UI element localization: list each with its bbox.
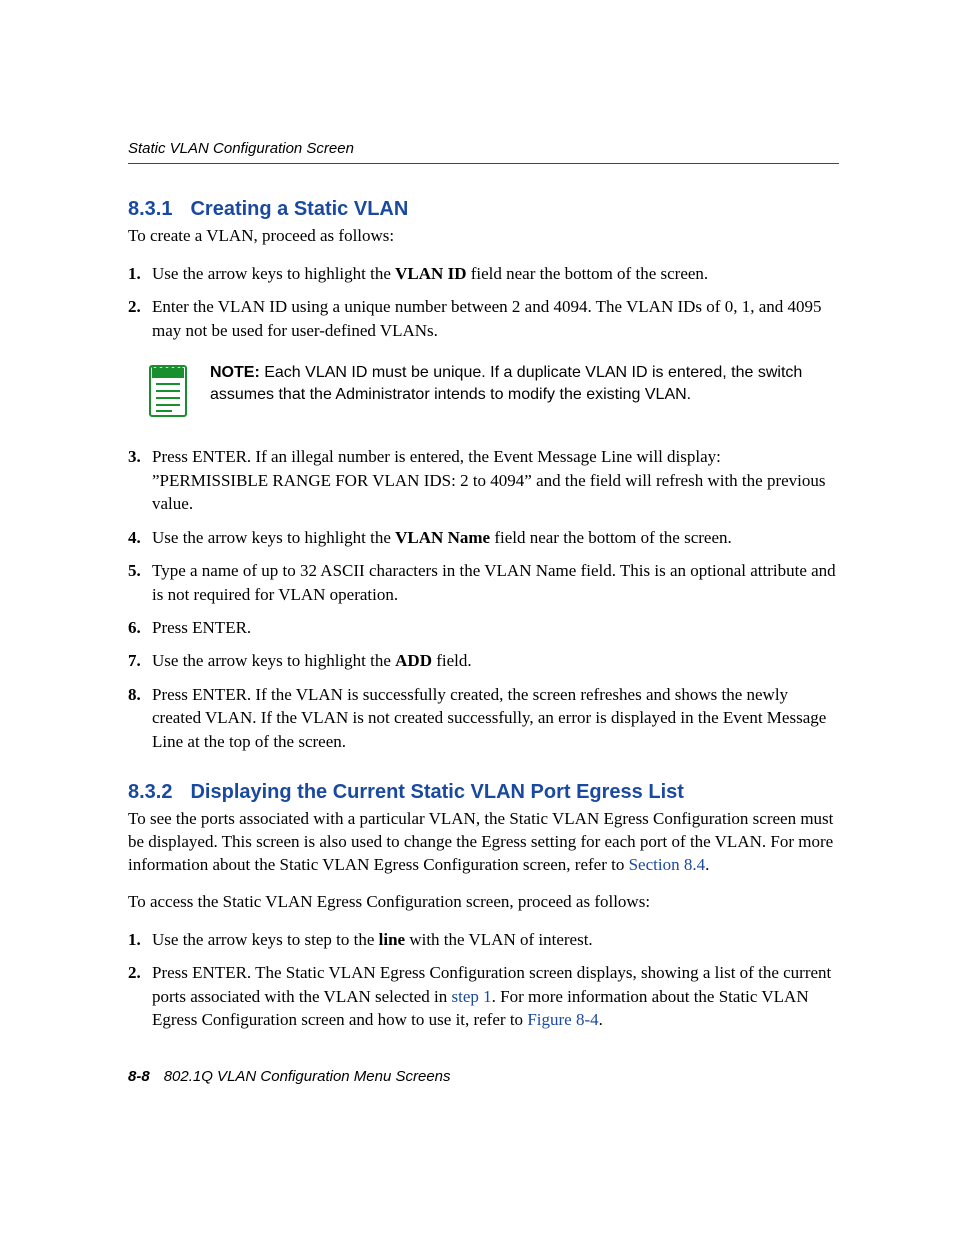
section-number: 8.3.2	[128, 781, 172, 804]
bold-term: line	[379, 930, 405, 949]
bold-term: VLAN Name	[395, 528, 490, 547]
footer-chapter: 802.1Q VLAN Configuration Menu Screens	[164, 1068, 451, 1085]
note-body: Each VLAN ID must be unique. If a duplic…	[210, 364, 802, 403]
step-item: Use the arrow keys to step to the line w…	[128, 928, 839, 951]
bold-term: ADD	[395, 651, 432, 670]
document-page: Static VLAN Configuration Screen 8.3.1 Cr…	[0, 0, 954, 1235]
step-text: Use the arrow keys to step to the	[152, 930, 379, 949]
step-item: Press ENTER. The Static VLAN Egress Conf…	[128, 961, 839, 1031]
step-list-1-cont: Press ENTER. If an illegal number is ent…	[128, 445, 839, 753]
step-text: field near the bottom of the screen.	[466, 264, 708, 283]
step-text: Enter the VLAN ID using a unique number …	[152, 297, 821, 339]
section-heading-8-3-2: 8.3.2 Displaying the Current Static VLAN …	[128, 781, 839, 804]
paragraph-text: .	[705, 855, 709, 874]
intro-paragraph: To access the Static VLAN Egress Configu…	[128, 891, 839, 914]
step-list-1: Use the arrow keys to highlight the VLAN…	[128, 262, 839, 342]
step-item: Press ENTER.	[128, 616, 839, 639]
intro-paragraph: To create a VLAN, proceed as follows:	[128, 225, 839, 248]
step-text: Press ENTER. If the VLAN is successfully…	[152, 685, 826, 751]
step-item: Type a name of up to 32 ASCII characters…	[128, 559, 839, 606]
link-step-1[interactable]: step 1	[451, 987, 491, 1006]
page-footer: 8-8 802.1Q VLAN Configuration Menu Screen…	[128, 1068, 451, 1085]
note-text: NOTE: Each VLAN ID must be unique. If a …	[210, 360, 839, 405]
step-text: Type a name of up to 32 ASCII characters…	[152, 561, 836, 603]
step-item: Use the arrow keys to highlight the VLAN…	[128, 526, 839, 549]
step-text: .	[599, 1010, 603, 1029]
link-section-8-4[interactable]: Section 8.4	[629, 855, 706, 874]
running-header: Static VLAN Configuration Screen	[128, 140, 839, 164]
step-item: Press ENTER. If an illegal number is ent…	[128, 445, 839, 515]
bold-term: VLAN ID	[395, 264, 466, 283]
step-text: field near the bottom of the screen.	[490, 528, 732, 547]
section-title: Displaying the Current Static VLAN Port …	[190, 781, 683, 803]
step-text: Use the arrow keys to highlight the	[152, 651, 395, 670]
step-item: Enter the VLAN ID using a unique number …	[128, 295, 839, 342]
step-item: Use the arrow keys to highlight the VLAN…	[128, 262, 839, 285]
step-text: Use the arrow keys to highlight the	[152, 528, 395, 547]
note-label: NOTE:	[210, 364, 260, 381]
section-heading-8-3-1: 8.3.1 Creating a Static VLAN	[128, 198, 839, 221]
section-number: 8.3.1	[128, 198, 172, 221]
paragraph-text: To see the ports associated with a parti…	[128, 809, 833, 874]
step-text: Press ENTER.	[152, 618, 251, 637]
page-number: 8-8	[128, 1068, 150, 1085]
step-text: field.	[432, 651, 472, 670]
step-text: Press ENTER. If an illegal number is ent…	[152, 447, 825, 513]
step-text: with the VLAN of interest.	[405, 930, 593, 949]
note-callout: NOTE: Each VLAN ID must be unique. If a …	[148, 360, 839, 423]
step-list-2: Use the arrow keys to step to the line w…	[128, 928, 839, 1032]
step-item: Press ENTER. If the VLAN is successfully…	[128, 683, 839, 753]
link-figure-8-4[interactable]: Figure 8-4	[527, 1010, 598, 1029]
step-item: Use the arrow keys to highlight the ADD …	[128, 649, 839, 672]
step-text: Use the arrow keys to highlight the	[152, 264, 395, 283]
note-icon	[148, 360, 192, 423]
section-title: Creating a Static VLAN	[190, 198, 408, 220]
intro-paragraph: To see the ports associated with a parti…	[128, 808, 839, 877]
